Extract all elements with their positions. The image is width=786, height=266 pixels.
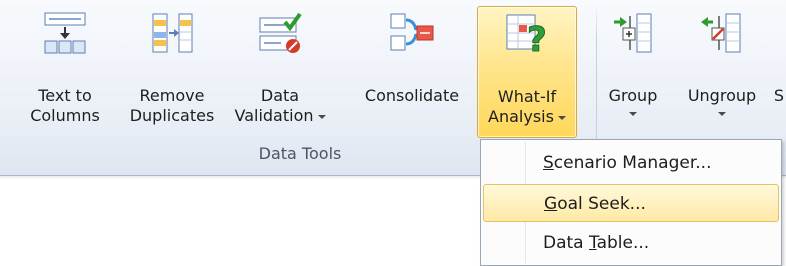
chevron-down-icon [629,112,637,116]
group-button[interactable]: Group [598,6,668,138]
menu-item-data-table[interactable]: Data Table... [483,224,779,262]
ungroup-button[interactable]: Ungroup [676,6,768,138]
ungroup-icon [701,13,741,53]
what-if-analysis-label: What-If Analysis [488,87,566,127]
menu-item-goal-seek[interactable]: Goal Seek... [483,184,779,222]
data-validation-button[interactable]: Data Validation [228,6,332,138]
chevron-down-icon [717,112,726,116]
remove-duplicates-icon [152,13,193,53]
remove-duplicates-button[interactable]: Remove Duplicates [120,6,224,138]
svg-text:?: ? [527,20,547,57]
data-validation-label: Data Validation [234,86,326,126]
subtotal-button[interactable]: S [772,6,786,138]
consolidate-label: Consolidate [364,86,460,105]
chevron-down-icon [557,115,566,120]
ungroup-label: Ungroup [688,86,756,116]
consolidate-icon [390,13,434,51]
what-if-analysis-menu: Scenario Manager... Goal Seek... Data Ta… [480,139,782,266]
chevron-down-icon [317,114,326,119]
remove-duplicates-label: Remove Duplicates [129,86,215,125]
menu-item-scenario-manager[interactable]: Scenario Manager... [483,144,779,182]
text-to-columns-label: Text to Columns [30,86,100,125]
data-validation-icon [259,12,302,53]
consolidate-button[interactable]: Consolidate [352,6,472,138]
text-to-columns-button[interactable]: Text to Columns [24,6,106,138]
what-if-analysis-icon: ? [506,14,547,57]
what-if-analysis-button[interactable]: ? What-If Analysis [477,6,577,138]
subtotal-label: S [773,86,785,105]
text-to-columns-icon [44,12,86,54]
group-icon [614,13,652,53]
group-label: Group [609,86,657,116]
